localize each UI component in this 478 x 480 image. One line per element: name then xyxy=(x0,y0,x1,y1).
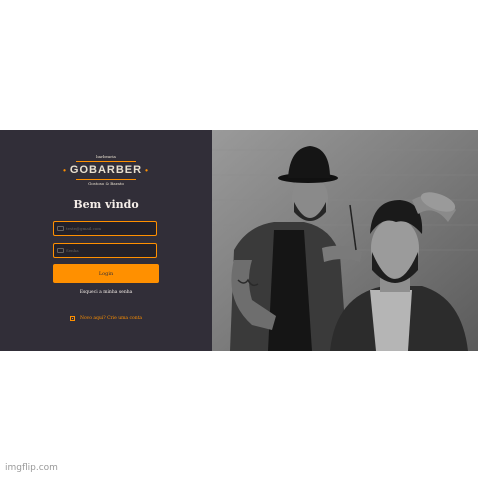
logo-rule-top xyxy=(76,161,136,162)
log-in-icon xyxy=(70,316,75,321)
logo-dot-icon: • xyxy=(145,166,149,175)
password-field[interactable] xyxy=(53,243,157,258)
login-panel: barbearia • GOBARBER • Gostoso & Barato Be… xyxy=(0,130,212,351)
login-button[interactable]: Login xyxy=(53,264,159,283)
barbershop-image xyxy=(212,130,478,351)
logo-dot-icon: • xyxy=(63,166,67,175)
mail-icon xyxy=(57,226,64,231)
create-account-link[interactable]: Novo aqui? Crie uma conta xyxy=(70,316,142,321)
page-title: Bem vindo xyxy=(73,198,139,211)
lock-icon xyxy=(57,248,64,253)
password-input[interactable] xyxy=(66,248,154,253)
logo-rule-bottom xyxy=(76,179,136,180)
logo-name: GOBARBER xyxy=(69,164,143,176)
gobarber-logo: barbearia • GOBARBER • Gostoso & Barato xyxy=(0,154,212,187)
forgot-password-link[interactable]: Esqueci a minha senha xyxy=(0,290,212,295)
barber-photo xyxy=(212,130,478,351)
email-field[interactable] xyxy=(53,221,157,236)
create-account-label: Novo aqui? Crie uma conta xyxy=(80,316,143,321)
logo-tagline: Gostoso & Barato xyxy=(88,181,124,186)
login-page: barbearia • GOBARBER • Gostoso & Barato Be… xyxy=(0,130,478,351)
email-input[interactable] xyxy=(66,226,154,231)
logo-top-text: barbearia xyxy=(96,154,116,159)
imgflip-watermark: imgflip.com xyxy=(5,463,58,473)
